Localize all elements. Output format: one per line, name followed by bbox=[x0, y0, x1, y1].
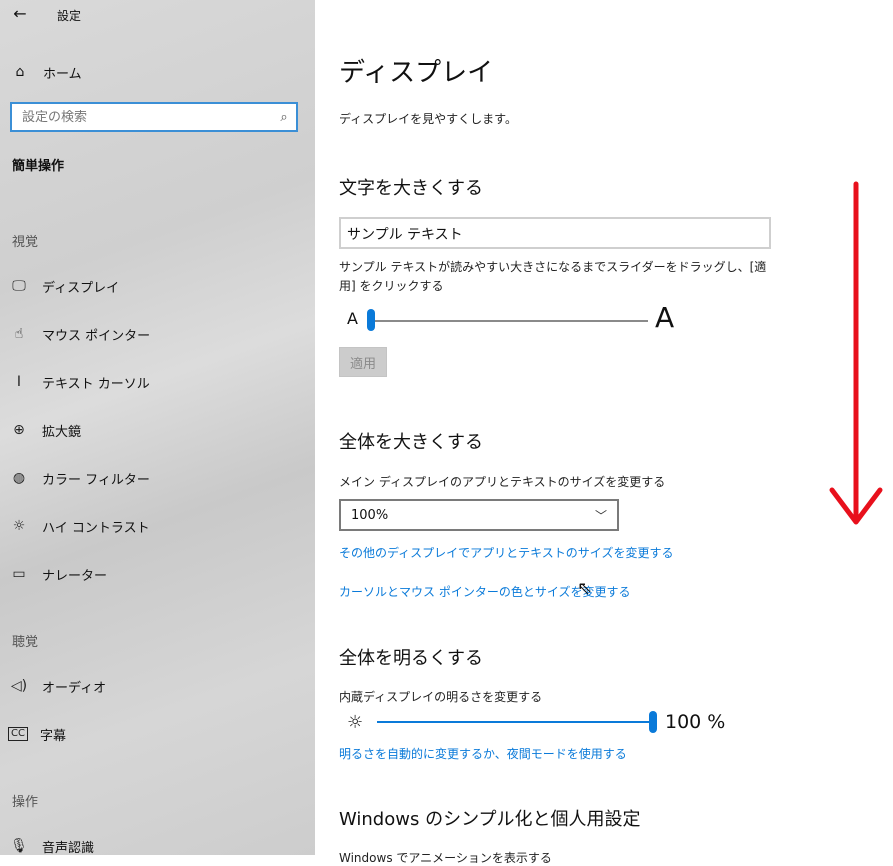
mouse-pointer-icon: ☝ bbox=[14, 326, 24, 342]
narrator-icon: ▭ bbox=[12, 566, 26, 582]
sidebar-item-high-contrast[interactable]: ☼ ハイ コントラスト bbox=[8, 512, 308, 540]
sidebar-item-captions[interactable]: CC 字幕 bbox=[8, 720, 308, 748]
text-cursor-icon: I bbox=[16, 374, 22, 390]
page-description: ディスプレイを見やすくします。 bbox=[339, 112, 517, 126]
search-icon[interactable]: ⌕ bbox=[272, 110, 296, 125]
magnifier-icon: ⊕ bbox=[13, 422, 25, 438]
sidebar-item-label: カラー フィルター bbox=[42, 472, 150, 488]
sidebar: ← 設定 ⌂ ホーム ⌕ 簡単操作 視覚 🖵 ディスプレイ ☝ マウス ポインタ… bbox=[0, 0, 315, 855]
brightness-slider-track[interactable] bbox=[377, 721, 651, 723]
brightness-label: 内蔵ディスプレイの明るさを変更する bbox=[339, 690, 543, 704]
section-heading-simplify: Windows のシンプル化と個人用設定 bbox=[339, 809, 641, 830]
page-title: ディスプレイ bbox=[339, 58, 494, 88]
app-title: 設定 bbox=[57, 9, 82, 23]
scale-selected-value: 100% bbox=[351, 507, 389, 523]
title-bar: ← 設定 bbox=[0, 0, 315, 32]
scale-dropdown[interactable]: 100% ﹀ bbox=[339, 499, 619, 531]
sidebar-item-audio[interactable]: ◁) オーディオ bbox=[8, 672, 308, 700]
group-title: 簡単操作 bbox=[12, 159, 65, 174]
apply-button[interactable]: 適用 bbox=[339, 347, 387, 377]
sidebar-item-label: オーディオ bbox=[42, 680, 107, 696]
sidebar-item-label: テキスト カーソル bbox=[42, 376, 150, 392]
high-contrast-icon: ☼ bbox=[12, 518, 26, 534]
small-a-label: A bbox=[347, 309, 358, 328]
sun-icon: ☼ bbox=[347, 712, 364, 733]
sidebar-item-narrator[interactable]: ▭ ナレーター bbox=[8, 560, 308, 588]
section-heading-brightness: 全体を明るくする bbox=[339, 648, 483, 669]
red-down-arrow-annotation bbox=[829, 181, 883, 525]
sidebar-item-speech[interactable]: 🎙 音声認識 bbox=[8, 832, 308, 855]
monitor-icon: 🖵 bbox=[12, 278, 26, 294]
sidebar-item-label: マウス ポインター bbox=[42, 328, 151, 344]
search-input[interactable] bbox=[12, 109, 272, 125]
sidebar-item-magnifier[interactable]: ⊕ 拡大鏡 bbox=[8, 416, 308, 444]
captions-icon: CC bbox=[8, 727, 28, 741]
home-icon: ⌂ bbox=[15, 64, 25, 80]
other-displays-scale-link[interactable]: その他のディスプレイでアプリとテキストのサイズを変更する bbox=[339, 544, 673, 561]
animation-setting-label: Windows でアニメーションを表示する bbox=[339, 851, 552, 865]
sidebar-item-label: ハイ コントラスト bbox=[42, 520, 150, 536]
chevron-down-icon: ﹀ bbox=[594, 508, 607, 523]
main-content: ディスプレイ ディスプレイを見やすくします。 文字を大きくする サンプル テキス… bbox=[315, 0, 893, 865]
sidebar-item-label: 字幕 bbox=[40, 728, 67, 744]
large-a-label: A bbox=[655, 301, 675, 334]
sidebar-item-color-filter[interactable]: ◍ カラー フィルター bbox=[8, 464, 308, 492]
section-label-vision: 視覚 bbox=[12, 235, 39, 250]
sidebar-item-mouse-pointer[interactable]: ☝ マウス ポインター bbox=[8, 320, 308, 348]
text-size-instruction: サンプル テキストが読みやすい大きさになるまでスライダーをドラッグし、[適用] … bbox=[339, 260, 767, 293]
microphone-icon: 🎙 bbox=[10, 838, 28, 854]
section-heading-scale: 全体を大きくする bbox=[339, 432, 483, 453]
sidebar-item-label: 拡大鏡 bbox=[42, 424, 82, 440]
sidebar-item-label: ホーム bbox=[43, 66, 82, 82]
search-box[interactable]: ⌕ bbox=[10, 102, 298, 132]
section-label-hearing: 聴覚 bbox=[12, 635, 39, 650]
text-size-slider-track[interactable] bbox=[371, 320, 648, 322]
scale-label: メイン ディスプレイのアプリとテキストのサイズを変更する bbox=[339, 475, 666, 489]
sidebar-item-label: 音声認識 bbox=[42, 840, 95, 856]
section-label-interaction: 操作 bbox=[12, 795, 39, 810]
mouse-cursor-icon: ⇖ bbox=[577, 578, 593, 599]
night-mode-link[interactable]: 明るさを自動的に変更するか、夜間モードを使用する bbox=[339, 745, 627, 762]
sidebar-item-label: ナレーター bbox=[42, 568, 108, 584]
brightness-value: 100 % bbox=[665, 711, 726, 733]
text-size-slider-thumb[interactable] bbox=[367, 309, 375, 331]
section-heading-text-size: 文字を大きくする bbox=[339, 178, 483, 199]
sidebar-item-label: ディスプレイ bbox=[42, 280, 120, 296]
sidebar-item-home[interactable]: ⌂ ホーム bbox=[10, 60, 82, 84]
sample-text-preview: サンプル テキスト bbox=[339, 217, 771, 249]
brightness-slider-thumb[interactable] bbox=[649, 711, 657, 733]
audio-icon: ◁) bbox=[10, 678, 28, 694]
back-arrow-icon[interactable]: ← bbox=[10, 4, 30, 23]
sidebar-item-text-cursor[interactable]: I テキスト カーソル bbox=[8, 368, 308, 396]
color-filter-icon: ◍ bbox=[12, 470, 26, 486]
sidebar-item-display[interactable]: 🖵 ディスプレイ bbox=[8, 272, 308, 300]
